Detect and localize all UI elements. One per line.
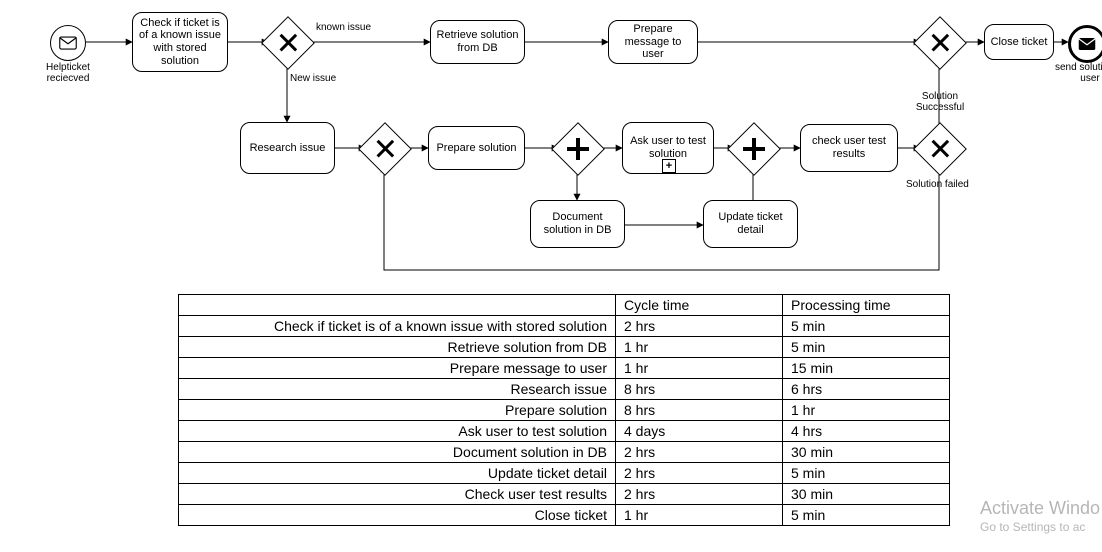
table-row: Check user test results2 hrs30 min — [179, 484, 950, 505]
windows-watermark: Activate Windo Go to Settings to ac — [980, 498, 1100, 534]
table-header-cycle: Cycle time — [616, 295, 783, 316]
table-header-processing: Processing time — [783, 295, 950, 316]
table-row: Prepare solution8 hrs1 hr — [179, 400, 950, 421]
table-header-blank — [179, 295, 616, 316]
watermark-line2: Go to Settings to ac — [980, 520, 1100, 534]
task-check-results: check user test results — [800, 124, 898, 172]
task-label: Check if ticket is of a known issue with… — [137, 17, 223, 68]
start-event — [50, 25, 86, 61]
task-prepare-sol: Prepare solution — [428, 126, 525, 170]
task-update: Update ticket detail — [703, 200, 798, 248]
task-label: Update ticket detail — [708, 211, 793, 236]
task-research: Research issue — [240, 122, 335, 174]
edge-label-known: known issue — [316, 22, 396, 33]
gateway-parallel-join — [727, 122, 781, 176]
task-label: Ask user to test solution — [627, 135, 709, 160]
task-document: Document solution in DB — [530, 200, 625, 248]
envelope-filled-icon — [1078, 37, 1096, 51]
end-event — [1068, 25, 1102, 63]
gateway-parallel-split — [551, 122, 605, 176]
task-label: Research issue — [250, 142, 326, 155]
task-close: Close ticket — [984, 24, 1054, 60]
bpmn-canvas: Helpticket reciecved send solution to us… — [0, 0, 1102, 552]
gateway-merge-top — [913, 16, 967, 70]
table-body: Check if ticket is of a known issue with… — [179, 316, 950, 526]
task-check-known: Check if ticket is of a known issue with… — [132, 12, 228, 72]
table-row: Check if ticket is of a known issue with… — [179, 316, 950, 337]
task-label: Prepare message to user — [613, 23, 693, 61]
envelope-icon — [59, 36, 77, 50]
task-label: Document solution in DB — [535, 211, 620, 236]
task-retrieve: Retrieve solution from DB — [430, 20, 525, 64]
table-row: Update ticket detail2 hrs5 min — [179, 463, 950, 484]
subprocess-marker-icon: + — [662, 159, 676, 173]
task-label: Prepare solution — [436, 142, 516, 155]
edge-label-failed: Solution failed — [906, 179, 986, 190]
start-event-label: Helpticket reciecved — [28, 62, 108, 84]
task-label: Close ticket — [991, 36, 1048, 49]
table-row: Close ticket1 hr5 min — [179, 505, 950, 526]
edge-label-new: New issue — [290, 73, 370, 84]
task-prepare-msg: Prepare message to user — [608, 20, 698, 64]
watermark-line1: Activate Windo — [980, 498, 1100, 520]
edge-label-success: Solution Successful — [900, 91, 980, 113]
task-ask-user: Ask user to test solution + — [622, 122, 714, 174]
gateway-loop-entry — [358, 122, 412, 176]
end-event-label: send solution to user — [1045, 62, 1102, 84]
time-table: Cycle time Processing time Check if tick… — [178, 294, 950, 526]
task-label: check user test results — [805, 135, 893, 160]
table-row: Document solution in DB2 hrs30 min — [179, 442, 950, 463]
table-row: Ask user to test solution4 days4 hrs — [179, 421, 950, 442]
gateway-result-decide — [913, 122, 967, 176]
gateway-known-vs-new — [261, 16, 315, 70]
table-row: Research issue8 hrs6 hrs — [179, 379, 950, 400]
table-row: Retrieve solution from DB1 hr5 min — [179, 337, 950, 358]
task-label: Retrieve solution from DB — [435, 29, 520, 54]
table-row: Prepare message to user1 hr15 min — [179, 358, 950, 379]
table-header-row: Cycle time Processing time — [179, 295, 950, 316]
